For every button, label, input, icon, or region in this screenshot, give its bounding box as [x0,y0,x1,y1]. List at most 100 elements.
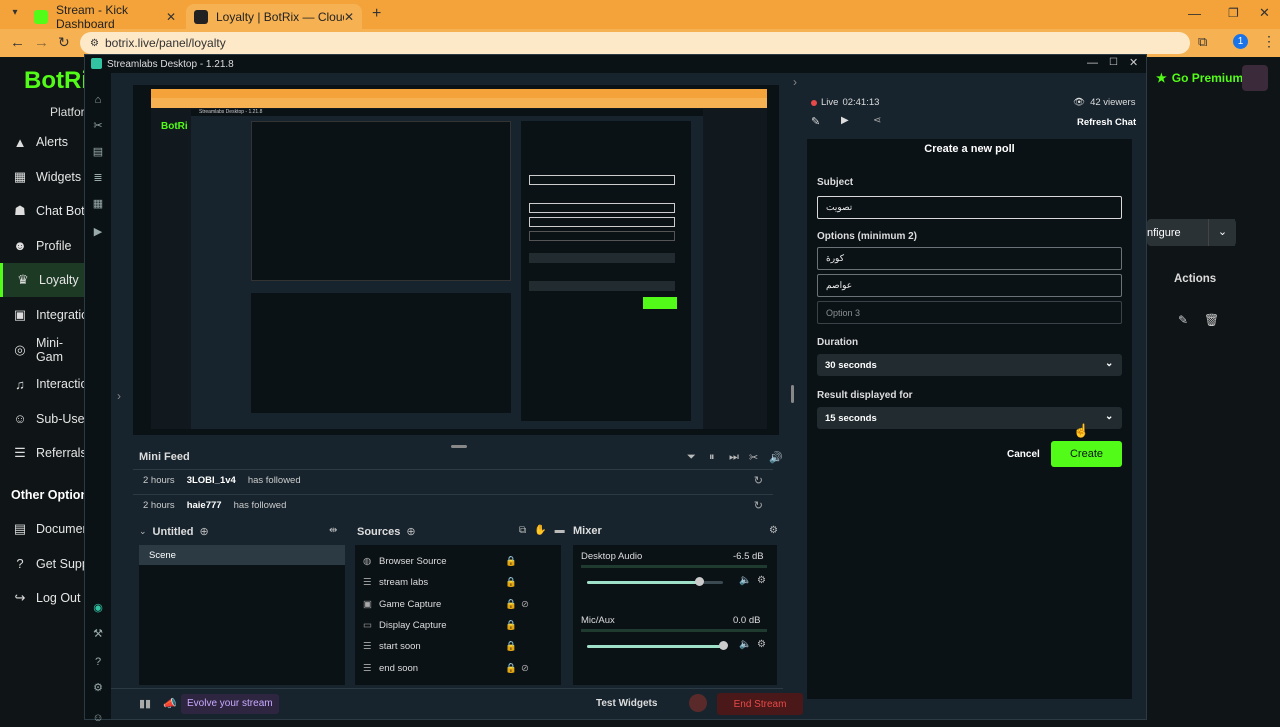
lock-icon[interactable]: 🔒 [505,641,517,652]
mute-alerts-icon[interactable]: ✂ [749,451,758,464]
source-folder-icon[interactable]: ▬ [555,525,565,536]
sidebar-item-profile[interactable]: ☻ Profile [0,229,90,263]
collapse-left-icon[interactable]: › [117,389,121,403]
dashboard-icon[interactable]: ◉ [89,599,107,617]
minimize-icon[interactable]: — [1087,57,1098,69]
go-premium-button[interactable]: ★ Go Premium [1156,71,1243,85]
repeat-alert-icon[interactable]: ↻ [754,474,763,487]
browser-tab-kick[interactable]: Stream - Kick Dashboard ✕ [26,3,184,31]
source-item[interactable]: ☰ start soon 🔒 [355,636,555,657]
source-item[interactable]: ◍ Browser Source 🔒 [355,551,555,572]
browser-tab-botrix[interactable]: Loyalty | BotRix — Cloud Strean ✕ [186,4,362,29]
pencil-icon[interactable]: ✎ [811,115,820,128]
announcement-icon[interactable]: 📣 [163,697,177,710]
subject-input[interactable]: تصويت [817,196,1122,219]
lock-icon[interactable]: 🔒 [505,577,517,588]
scene-collection-title[interactable]: Untitled [153,526,194,538]
reload-icon[interactable]: ↻ [58,34,70,51]
source-link-icon[interactable]: ⧉ [519,525,526,536]
user-avatar[interactable] [1242,65,1268,91]
address-bar[interactable]: ⚙ botrix.live/panel/loyalty [80,32,1190,54]
media-icon[interactable]: ▦ [89,195,107,213]
cancel-button[interactable]: Cancel [1007,449,1040,460]
filter-icon[interactable]: ⏷ [687,451,696,464]
minimize-window-icon[interactable]: — [1188,6,1201,21]
repeat-alert-icon[interactable]: ↻ [754,499,763,512]
channel-settings-icon[interactable]: ⚙ [757,575,766,586]
hidden-eye-icon[interactable]: ⊘ [521,599,529,610]
themes-icon[interactable]: ✂ [89,117,107,135]
home-icon[interactable]: ⌂ [89,91,107,109]
play-icon[interactable]: ▶ [89,223,107,241]
chat-resize-handle[interactable] [791,385,794,403]
volume-icon[interactable]: 🔊 [769,451,783,464]
account-icon[interactable]: ☺ [89,709,107,727]
lock-icon[interactable]: 🔒 [505,663,517,674]
stats-icon[interactable]: ▮▮ [139,697,151,710]
speaker-icon[interactable]: 🔈 [739,639,751,650]
option-3-input[interactable]: Option 3 [817,301,1122,324]
record-icon[interactable] [689,694,707,712]
volume-slider-thumb[interactable] [719,641,728,650]
channel-settings-icon[interactable]: ⚙ [757,639,766,650]
browser-menu-icon[interactable]: ⋮ [1262,33,1276,50]
trash-icon[interactable]: 🗑 [1204,313,1219,327]
store-icon[interactable]: ▤ [89,143,107,161]
close-tab-icon[interactable]: ✕ [166,10,176,24]
speaker-icon[interactable]: 🔈 [739,575,751,586]
tools-icon[interactable]: ⚒ [89,625,107,643]
sidebar-item-integratio[interactable]: ▣ Integratio [0,298,90,332]
close-tab-icon[interactable]: ✕ [344,10,354,24]
evolve-stream-button[interactable]: Evolve your stream [181,694,279,714]
sidebar-item-minigam[interactable]: ◎ Mini-Gam [0,333,90,367]
configure-dropdown-icon[interactable]: ⌄ [1208,219,1236,246]
settings-icon[interactable]: ⚙ [89,679,107,697]
duration-select[interactable]: 30 seconds ⌄ [817,354,1122,376]
refresh-chat-button[interactable]: Refresh Chat [1077,117,1136,128]
sidebar-item-interactio[interactable]: ♫ Interactio [0,367,90,401]
extensions-icon[interactable]: ⧉ [1198,34,1207,50]
maximize-icon[interactable]: ☐ [1109,57,1118,68]
create-button[interactable]: Create [1051,441,1122,467]
scene-item[interactable]: Scene [139,545,345,565]
test-widgets-button[interactable]: Test Widgets [596,698,657,709]
back-icon[interactable]: ← [10,34,25,51]
source-lock-icon[interactable]: ✋ [534,525,546,536]
sidebar-item-subuser[interactable]: ☺ Sub-User [0,402,90,436]
tab-search-icon[interactable]: ▾ [8,7,22,21]
sidebar-item-loyalty[interactable]: ♛ Loyalty [0,263,90,298]
close-icon[interactable]: ✕ [1129,56,1138,69]
add-source-icon[interactable]: ⊕ [406,525,415,538]
chevron-down-icon[interactable]: ⌄ [139,526,147,537]
hidden-eye-icon[interactable]: ⊘ [521,663,529,674]
camera-icon[interactable]: ▶ [841,115,849,126]
skip-icon[interactable]: ⏭ [729,451,739,464]
sidebar-item-logout[interactable]: ↪ Log Out [0,581,90,615]
new-tab-button[interactable]: + [372,5,381,23]
sidebar-item-referrals[interactable]: ☰ Referrals [0,436,90,470]
source-item[interactable]: ▣ Game Capture 🔒 ⊘ [355,594,555,615]
sidebar-item-getsupp[interactable]: ? Get Supp [0,547,90,581]
forward-icon[interactable]: → [34,34,49,51]
source-item[interactable]: ☰ stream labs 🔒 [355,572,555,593]
sidebar-item-widgets[interactable]: ▦ Widgets [0,160,90,194]
help-icon[interactable]: ? [89,653,107,671]
site-info-icon[interactable]: ⚙ [90,38,99,49]
layers-icon[interactable]: ≣ [89,169,107,187]
close-window-icon[interactable]: ✕ [1259,5,1270,21]
volume-slider-thumb[interactable] [695,577,704,586]
add-scene-icon[interactable]: ⊕ [200,525,209,538]
lock-icon[interactable]: 🔒 [505,556,517,567]
end-stream-button[interactable]: End Stream [717,693,803,715]
sidebar-item-alerts[interactable]: ▲ Alerts [0,125,90,159]
sidebar-item-chatbot[interactable]: ☗ Chat Bot [0,194,90,228]
share-icon[interactable]: ⋖ [873,115,881,126]
lock-icon[interactable]: 🔒 [505,620,517,631]
lock-icon[interactable]: 🔒 [505,599,517,610]
mixer-settings-icon[interactable]: ⚙ [769,525,778,536]
resize-handle[interactable] [451,445,467,448]
option-2-input[interactable]: عواصم [817,274,1122,297]
pause-icon[interactable]: ⏸ [709,451,715,464]
collapse-right-icon[interactable]: › [793,75,797,89]
maximize-window-icon[interactable]: ❐ [1228,6,1239,20]
